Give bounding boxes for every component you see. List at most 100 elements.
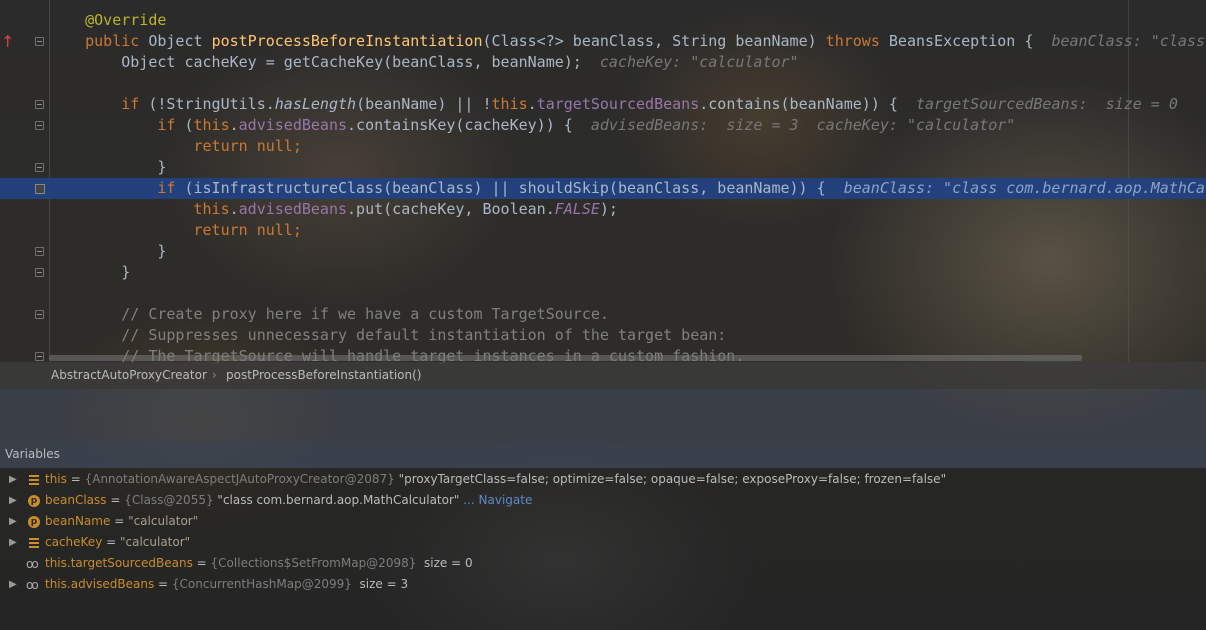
breadcrumb-method[interactable]: postProcessBeforeInstantiation() bbox=[226, 362, 421, 389]
code-line[interactable]: if (this.advisedBeans.containsKey(cacheK… bbox=[0, 115, 1206, 136]
watch-icon: oo bbox=[26, 557, 39, 571]
breadcrumb-separator: › bbox=[212, 368, 217, 382]
fold-toggle-icon[interactable] bbox=[35, 310, 44, 319]
horizontal-scrollbar[interactable] bbox=[49, 355, 1082, 361]
parameter-icon: p bbox=[28, 516, 40, 528]
code-token: (isInfrastructureClass(beanClass) || sho… bbox=[175, 179, 844, 197]
expand-arrow-icon[interactable]: ▶ bbox=[9, 574, 17, 595]
code-token: BeansException { bbox=[879, 32, 1052, 50]
code-token: . bbox=[527, 95, 537, 113]
code-text: } bbox=[49, 241, 166, 262]
variable-text: this.targetSourcedBeans = {Collections$S… bbox=[45, 553, 473, 574]
variable-name: beanName bbox=[45, 514, 111, 528]
fold-toggle-icon[interactable] bbox=[35, 247, 44, 256]
fold-toggle-icon[interactable] bbox=[35, 37, 44, 46]
code-line[interactable]: // Suppresses unnecessary default instan… bbox=[0, 325, 1206, 346]
code-token: } bbox=[49, 242, 167, 260]
expand-arrow-icon[interactable]: ▶ bbox=[9, 511, 17, 532]
code-line[interactable]: } bbox=[0, 262, 1206, 283]
code-text: if (!StringUtils.hasLength(beanName) || … bbox=[49, 94, 1178, 115]
variable-row[interactable]: ▶ oo this.advisedBeans = {ConcurrentHashMa… bbox=[0, 574, 1206, 595]
variable-eq: = bbox=[154, 577, 172, 591]
code-token: ); bbox=[599, 200, 618, 218]
field-icon bbox=[28, 537, 40, 549]
code-line[interactable]: // Create proxy here if we have a custom… bbox=[0, 304, 1206, 325]
variables-panel-header: Variables bbox=[0, 441, 1206, 468]
fold-toggle-icon[interactable] bbox=[35, 121, 44, 130]
code-line[interactable]: @Override bbox=[0, 10, 1206, 31]
variable-text: beanClass = {Class@2055} "class com.bern… bbox=[45, 490, 532, 511]
code-text: // Create proxy here if we have a custom… bbox=[49, 304, 609, 325]
code-token: advisedBeans bbox=[238, 116, 348, 134]
variable-row[interactable]: ▶ p beanClass = {Class@2055} "class com.be… bbox=[0, 490, 1206, 511]
code-line[interactable]: return null; bbox=[0, 136, 1206, 157]
code-token: } bbox=[49, 158, 167, 176]
fold-toggle-icon[interactable] bbox=[35, 163, 44, 172]
variable-row[interactable]: ▶ this = {AnnotationAwareAspectJAutoProxy… bbox=[0, 469, 1206, 490]
variable-name: beanClass bbox=[45, 493, 107, 507]
code-token: // Suppresses unnecessary default instan… bbox=[121, 326, 727, 344]
variable-type: {Class@2055} bbox=[124, 493, 214, 507]
code-line[interactable]: public Object postProcessBeforeInstantia… bbox=[0, 31, 1206, 52]
code-token: @Override bbox=[85, 11, 167, 29]
variables-title: Variables bbox=[5, 447, 60, 461]
code-token: return null bbox=[193, 137, 293, 155]
code-token: (!StringUtils. bbox=[139, 95, 275, 113]
code-token: . bbox=[229, 116, 239, 134]
variable-value: "calculator" bbox=[128, 514, 199, 528]
code-line[interactable] bbox=[0, 73, 1206, 94]
code-line[interactable] bbox=[0, 283, 1206, 304]
code-text: return null; bbox=[49, 136, 302, 157]
code-line[interactable]: return null; bbox=[0, 220, 1206, 241]
code-token: } bbox=[49, 263, 131, 281]
navigate-link[interactable]: ... Navigate bbox=[459, 493, 532, 507]
variable-row[interactable]: ▶ p beanName = "calculator" bbox=[0, 511, 1206, 532]
code-text: Object cacheKey = getCacheKey(beanClass,… bbox=[49, 52, 798, 73]
variable-eq: = bbox=[110, 514, 129, 528]
variable-name: this bbox=[45, 472, 67, 486]
frames-area bbox=[0, 389, 1206, 441]
expand-arrow-icon[interactable]: ▶ bbox=[9, 532, 17, 553]
code-line[interactable]: if (!StringUtils.hasLength(beanName) || … bbox=[0, 94, 1206, 115]
code-text: public Object postProcessBeforeInstantia… bbox=[49, 31, 1205, 52]
code-line[interactable]: Object cacheKey = getCacheKey(beanClass,… bbox=[0, 52, 1206, 73]
variables-tree[interactable]: ▶ this = {AnnotationAwareAspectJAutoProxy… bbox=[0, 468, 1206, 630]
code-text: } bbox=[49, 262, 130, 283]
breadcrumb: AbstractAutoProxyCreator › postProcessBe… bbox=[0, 362, 1206, 389]
code-token: public bbox=[85, 32, 140, 50]
code-editor[interactable]: @Override public Object postProcessBefor… bbox=[0, 0, 1206, 365]
code-line-current[interactable]: if (isInfrastructureClass(beanClass) || … bbox=[0, 178, 1206, 199]
code-token: .contains(beanName)) { bbox=[699, 95, 916, 113]
variable-name: this.targetSourcedBeans bbox=[45, 556, 193, 570]
fold-toggle-icon[interactable] bbox=[35, 100, 44, 109]
code-token: hasLength bbox=[274, 95, 357, 113]
expand-arrow-icon[interactable]: ▶ bbox=[9, 469, 17, 490]
inline-debug-value: beanClass: "class com.bernard.aop.MathCa… bbox=[843, 179, 1206, 197]
watch-icon: oo bbox=[26, 578, 39, 592]
code-line[interactable]: } bbox=[0, 241, 1206, 262]
code-token: postProcessBeforeInstantiation bbox=[211, 32, 483, 50]
variable-type: {Collections$SetFromMap@2098} bbox=[210, 556, 417, 570]
variable-value: size = 0 bbox=[416, 556, 473, 570]
code-token: // Create proxy here if we have a custom… bbox=[121, 305, 609, 323]
expand-arrow-icon[interactable]: ▶ bbox=[9, 490, 17, 511]
variable-name: cacheKey bbox=[45, 535, 103, 549]
code-token: this bbox=[193, 200, 230, 218]
fold-toggle-icon[interactable] bbox=[35, 268, 44, 277]
variable-row[interactable]: oo this.targetSourcedBeans = {Collections… bbox=[0, 553, 1206, 574]
method-override-arrow-icon[interactable]: ↑ bbox=[1, 32, 14, 51]
variable-name: this.advisedBeans bbox=[45, 577, 155, 591]
code-token: if bbox=[157, 116, 176, 134]
fold-toggle-icon[interactable] bbox=[35, 352, 44, 361]
variable-eq: = bbox=[66, 472, 85, 486]
inline-debug-value: advisedBeans: size = 3 cacheKey: "calcul… bbox=[590, 116, 1016, 134]
code-line[interactable]: this.advisedBeans.put(cacheKey, Boolean.… bbox=[0, 199, 1206, 220]
variable-value: "proxyTargetClass=false; optimize=false;… bbox=[394, 472, 947, 486]
code-line[interactable]: } bbox=[0, 157, 1206, 178]
breakpoint-marker-icon[interactable] bbox=[35, 184, 45, 194]
variable-row[interactable]: ▶ cacheKey = "calculator" bbox=[0, 532, 1206, 553]
breadcrumb-class[interactable]: AbstractAutoProxyCreator bbox=[51, 362, 207, 389]
